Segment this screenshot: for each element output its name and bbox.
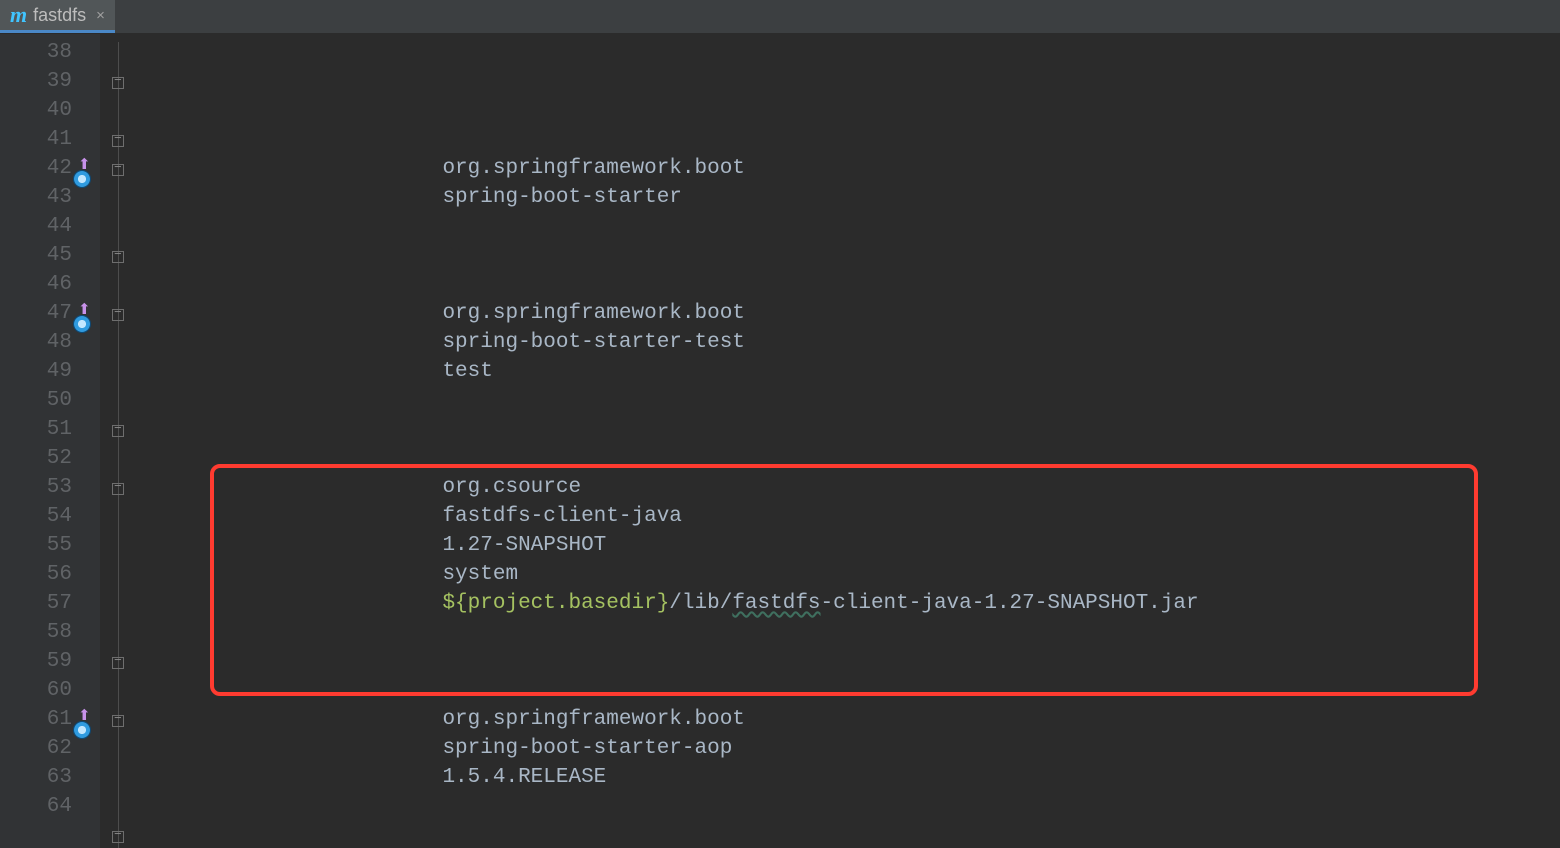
code-line[interactable]	[140, 241, 1199, 270]
code-line[interactable]: spring-boot-starter	[140, 183, 1199, 212]
line-number: 39	[0, 67, 72, 96]
line-number: 45	[0, 241, 72, 270]
code-line[interactable]	[140, 212, 1199, 241]
line-number: 49	[0, 357, 72, 386]
line-number: 58	[0, 618, 72, 647]
spring-bean-icon[interactable]	[74, 722, 90, 738]
code-line[interactable]: org.springframework.boot	[140, 705, 1199, 734]
line-number: 59	[0, 647, 72, 676]
maven-file-icon: m	[10, 2, 27, 28]
line-number: 47	[0, 299, 72, 328]
code-line[interactable]: 1.27-SNAPSHOT	[140, 531, 1199, 560]
code-line[interactable]: org.springframework.boot	[140, 299, 1199, 328]
spring-bean-icon[interactable]	[74, 171, 90, 187]
editor-area[interactable]: 3839404142434445464748495051525354555657…	[0, 34, 1560, 848]
line-number: 42	[0, 154, 72, 183]
line-number: 61	[0, 705, 72, 734]
line-number: 62	[0, 734, 72, 763]
line-number: 43	[0, 183, 72, 212]
line-number: 54	[0, 502, 72, 531]
code-line[interactable]	[140, 415, 1199, 444]
code-line[interactable]: 1.5.4.RELEASE	[140, 763, 1199, 792]
line-number: 53	[0, 473, 72, 502]
line-number: 50	[0, 386, 72, 415]
editor-tab-fastdfs[interactable]: m fastdfs ×	[0, 0, 115, 33]
line-number: 56	[0, 560, 72, 589]
code-line[interactable]	[140, 38, 1199, 67]
line-number: 38	[0, 38, 72, 67]
code-line[interactable]	[140, 386, 1199, 415]
code-line[interactable]: spring-boot-starter-test	[140, 328, 1199, 357]
code-line[interactable]: spring-boot-starter-aop	[140, 734, 1199, 763]
code-line[interactable]	[140, 792, 1199, 821]
code-line[interactable]: system	[140, 560, 1199, 589]
code-line[interactable]	[140, 125, 1199, 154]
line-number: 41	[0, 125, 72, 154]
code-line[interactable]: org.csource	[140, 473, 1199, 502]
line-number: 64	[0, 792, 72, 821]
code-line[interactable]: test	[140, 357, 1199, 386]
line-number: 40	[0, 96, 72, 125]
code-line[interactable]: fastdfs-client-java	[140, 502, 1199, 531]
code-line[interactable]: ${project.basedir}/lib/fastdfs-client-ja…	[140, 589, 1199, 618]
code-line[interactable]	[140, 618, 1199, 647]
code-line[interactable]	[140, 676, 1199, 705]
code-line[interactable]	[140, 67, 1199, 96]
spring-bean-icon[interactable]	[74, 316, 90, 332]
code-line[interactable]	[140, 96, 1199, 125]
code-line[interactable]: org.springframework.boot	[140, 154, 1199, 183]
line-number: 46	[0, 270, 72, 299]
code-line[interactable]	[140, 270, 1199, 299]
line-number: 60	[0, 676, 72, 705]
close-icon[interactable]: ×	[96, 7, 105, 24]
tab-bar: m fastdfs ×	[0, 0, 1560, 34]
line-number: 55	[0, 531, 72, 560]
code-line[interactable]	[140, 647, 1199, 676]
line-number: 48	[0, 328, 72, 357]
line-number: 44	[0, 212, 72, 241]
tab-label: fastdfs	[33, 5, 86, 26]
line-number: 51	[0, 415, 72, 444]
line-number: 57	[0, 589, 72, 618]
code-area[interactable]: org.springframework.boot spring-boot-sta…	[100, 34, 1199, 848]
line-number: 52	[0, 444, 72, 473]
line-number: 63	[0, 763, 72, 792]
code-line[interactable]	[140, 444, 1199, 473]
